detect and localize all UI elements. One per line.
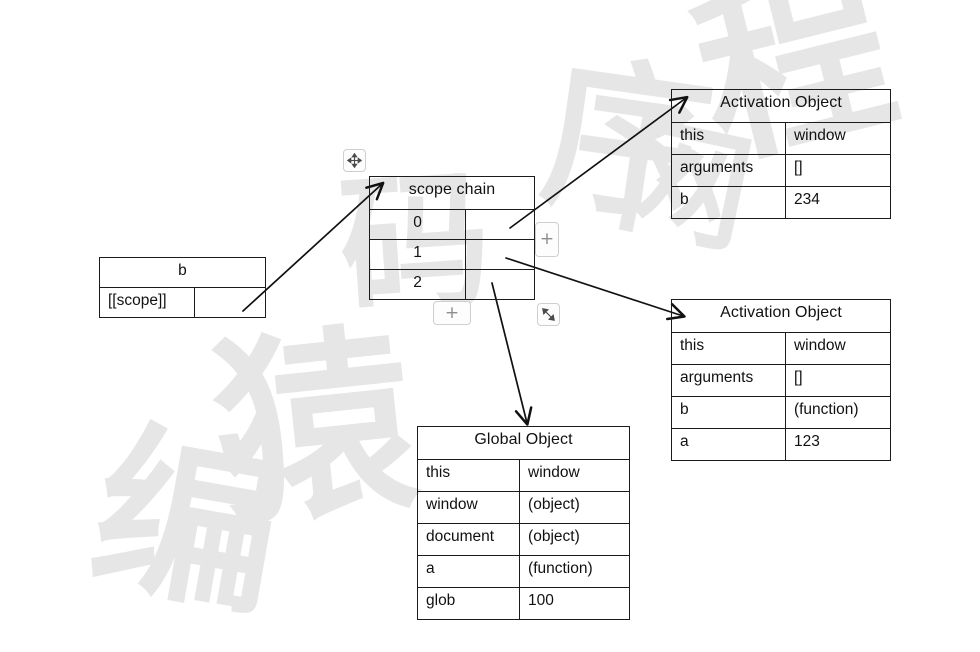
property-key: arguments <box>672 365 786 396</box>
global-object-title: Global Object <box>474 431 573 448</box>
property-value: [] <box>793 159 803 176</box>
table-row[interactable]: window (object) <box>418 491 629 523</box>
table-row[interactable]: a (function) <box>418 555 629 587</box>
scope-property-value <box>195 288 265 317</box>
property-value: [] <box>793 369 803 386</box>
arrow-scope0-to-activation-object-1 <box>509 95 689 229</box>
property-key: glob <box>418 588 521 619</box>
table-row[interactable]: a 123 <box>672 428 890 460</box>
add-row-button[interactable]: + <box>433 301 471 325</box>
watermark-glyph: 编 <box>77 399 298 645</box>
property-key: a <box>672 429 786 460</box>
table-row[interactable]: glob 100 <box>418 587 629 619</box>
property-value: (function) <box>528 560 593 577</box>
property-value: (function) <box>793 401 859 418</box>
function-b-box[interactable]: b [[scope]] <box>99 257 266 318</box>
scope-chain-table[interactable]: scope chain 0 1 2 <box>369 176 535 300</box>
plus-icon: + <box>539 229 555 249</box>
property-value: 234 <box>793 191 820 208</box>
arrow-scope2-to-global-object <box>491 282 533 426</box>
activation-object-1[interactable]: Activation Object this window arguments … <box>671 89 891 219</box>
scope-chain-slot-2[interactable] <box>466 270 534 299</box>
property-value: 123 <box>793 433 820 450</box>
property-key: b <box>672 187 786 218</box>
activation-object-2-title: Activation Object <box>720 304 842 321</box>
property-value: 100 <box>528 592 554 609</box>
property-key: b <box>672 397 786 428</box>
scope-property-key: [[scope]] <box>100 288 195 317</box>
table-row[interactable]: this window <box>672 122 890 154</box>
diagram-canvas: 程序猿编码网 b [[scope]] scope chain 0 1 2 + +… <box>0 0 980 652</box>
table-row[interactable]: arguments [] <box>672 364 890 396</box>
property-key: document <box>418 524 521 555</box>
function-b-title: b <box>178 262 187 279</box>
scope-chain-index-1: 1 <box>370 240 466 269</box>
scope-chain-slot-0[interactable] <box>466 210 534 239</box>
property-value: window <box>793 127 846 144</box>
activation-object-2[interactable]: Activation Object this window arguments … <box>671 299 891 461</box>
scope-chain-index-2: 2 <box>370 270 466 299</box>
table-row[interactable]: [[scope]] <box>100 287 265 317</box>
resize-handle[interactable] <box>537 303 560 326</box>
activation-object-1-title: Activation Object <box>720 94 842 111</box>
property-value: window <box>793 337 846 354</box>
move-handle[interactable] <box>343 149 366 172</box>
property-value: window <box>528 464 580 481</box>
scope-chain-row-0[interactable]: 0 <box>370 209 534 239</box>
scope-chain-index-0: 0 <box>370 210 466 239</box>
scope-chain-title: scope chain <box>408 181 496 198</box>
property-key: window <box>418 492 521 523</box>
table-row[interactable]: b 234 <box>672 186 890 218</box>
scope-chain-row-1[interactable]: 1 <box>370 239 534 269</box>
table-row[interactable]: this window <box>672 332 890 364</box>
resize-diagonal-icon <box>542 308 555 321</box>
global-object[interactable]: Global Object this window window (object… <box>417 426 630 620</box>
property-key: a <box>418 556 521 587</box>
scope-chain-slot-1[interactable] <box>466 240 534 269</box>
property-value: (object) <box>528 496 580 513</box>
plus-icon: + <box>444 302 460 323</box>
table-row[interactable]: b (function) <box>672 396 890 428</box>
add-column-button[interactable]: + <box>535 222 559 257</box>
watermark-glyph: 猿 <box>203 303 427 556</box>
property-key: this <box>672 123 786 154</box>
scope-chain-row-2[interactable]: 2 <box>370 269 534 299</box>
property-key: arguments <box>672 155 786 186</box>
table-row[interactable]: document (object) <box>418 523 629 555</box>
move-arrows-icon <box>347 153 362 168</box>
property-value: (object) <box>528 528 580 545</box>
table-row[interactable]: arguments [] <box>672 154 890 186</box>
property-key: this <box>418 460 521 491</box>
property-key: this <box>672 333 786 364</box>
table-row[interactable]: this window <box>418 459 629 491</box>
